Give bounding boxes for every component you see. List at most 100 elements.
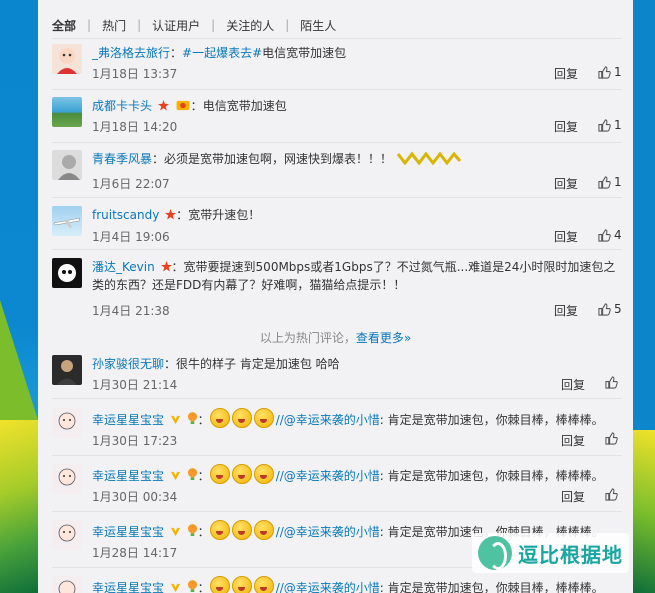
like-button[interactable]: 4	[598, 228, 622, 242]
like-button[interactable]: 1	[598, 65, 622, 79]
avatar[interactable]	[52, 576, 82, 593]
avatar[interactable]	[52, 520, 82, 550]
vip-badge-icon	[170, 583, 180, 593]
thumbs-up-icon	[598, 228, 611, 242]
comment-text: 电信宽带加速包	[202, 99, 287, 113]
avatar[interactable]	[52, 464, 82, 494]
vip-badge-icon	[170, 415, 180, 425]
username-link[interactable]: 幸运星星宝宝	[92, 525, 164, 539]
tab-separator: |	[211, 18, 216, 32]
decor-shape	[633, 430, 655, 593]
like-button[interactable]	[605, 488, 621, 501]
timestamp[interactable]: 1月4日 21:38	[92, 302, 170, 319]
like-button[interactable]: 1	[598, 175, 622, 189]
timestamp[interactable]: 1月30日 17:23	[92, 432, 177, 449]
thumbs-up-icon	[598, 175, 611, 189]
thumbs-up-icon	[598, 65, 611, 79]
timestamp[interactable]: 1月30日 00:34	[92, 488, 177, 505]
username-link[interactable]: fruitscandy	[92, 208, 159, 222]
emoji-icon	[253, 464, 274, 484]
comment-item: 幸运星星宝宝 ： //@幸运来袭的小惜: 肯定是宽带加速包，你棘目棒，棒棒棒。 1…	[52, 408, 622, 456]
colon-text: ：	[197, 581, 210, 593]
tab-strangers[interactable]: 陌生人	[300, 17, 336, 34]
reply-button[interactable]: 回复	[561, 488, 585, 505]
colon-text: ：	[197, 525, 210, 539]
like-count: 1	[614, 175, 622, 189]
like-count: 5	[614, 302, 622, 316]
reply-button[interactable]: 回复	[561, 376, 585, 393]
timestamp[interactable]: 1月18日 14:20	[92, 118, 177, 135]
username-link[interactable]: 潘达_Kevin	[92, 260, 155, 274]
reply-button[interactable]: 回复	[554, 228, 578, 245]
tab-separator: |	[87, 18, 92, 32]
avatar[interactable]	[52, 44, 82, 74]
mention-link[interactable]: //@幸运来袭的小惜	[276, 469, 380, 483]
like-button[interactable]: 5	[598, 302, 622, 316]
tab-hot[interactable]: 热门	[102, 17, 126, 34]
comment-text: 必须是宽带加速包啊，网速快到爆表！！！	[164, 152, 393, 166]
vip-badge-icon	[170, 527, 180, 537]
topic-link[interactable]: #一起爆表去#	[182, 46, 262, 60]
colon-text: ：	[176, 208, 189, 222]
emoji-icon	[253, 408, 274, 428]
balloon-icon	[187, 468, 197, 480]
like-button[interactable]	[605, 432, 621, 445]
comment-content: 成都卡卡头 ：电信宽带加速包	[92, 97, 622, 115]
avatar-image	[58, 468, 76, 486]
tab-verified[interactable]: 认证用户	[152, 17, 200, 34]
timestamp[interactable]: 1月6日 22:07	[92, 175, 170, 192]
divider	[52, 511, 622, 512]
comment-item: 青春季风暴：必须是宽带加速包啊，网速快到爆表！！！ 1月6日 22:07 回复 …	[52, 150, 622, 198]
avatar[interactable]	[52, 150, 82, 180]
reply-button[interactable]: 回复	[554, 175, 578, 192]
mention-link[interactable]: //@幸运来袭的小惜	[276, 581, 380, 593]
reply-button[interactable]: 回复	[561, 432, 585, 449]
username-link[interactable]: 成都卡卡头	[92, 99, 152, 113]
like-button[interactable]	[605, 376, 621, 389]
timestamp[interactable]: 1月28日 14:17	[92, 544, 177, 561]
mention-link[interactable]: //@幸运来袭的小惜	[276, 413, 380, 427]
thumbs-up-icon	[598, 302, 611, 316]
emoji-icon	[231, 408, 252, 428]
reply-button[interactable]: 回复	[554, 118, 578, 135]
username-link[interactable]: 幸运星星宝宝	[92, 469, 164, 483]
username-link[interactable]: 孙家骏很无聊	[92, 357, 164, 371]
star-badge-icon	[165, 209, 177, 220]
star-badge-icon	[157, 100, 169, 111]
tab-following[interactable]: 关注的人	[226, 17, 274, 34]
avatar[interactable]	[52, 408, 82, 438]
timestamp[interactable]: 1月30日 21:14	[92, 376, 177, 393]
background-right	[633, 0, 655, 593]
username-link[interactable]: 幸运星星宝宝	[92, 581, 164, 593]
username-link[interactable]: 青春季风暴	[92, 152, 152, 166]
like-count: 1	[614, 118, 622, 132]
reply-button[interactable]: 回复	[554, 65, 578, 82]
comment-item: 幸运星星宝宝 ： //@幸运来袭的小惜: 肯定是宽带加速包，你棘目棒，棒棒棒。	[52, 576, 622, 593]
timestamp[interactable]: 1月18日 13:37	[92, 65, 177, 82]
avatar-image	[58, 580, 76, 593]
tab-all[interactable]: 全部	[52, 17, 76, 34]
reply-button[interactable]: 回复	[554, 302, 578, 319]
avatar[interactable]	[52, 355, 82, 385]
username-link[interactable]: 幸运星星宝宝	[92, 413, 164, 427]
like-button[interactable]: 1	[598, 118, 622, 132]
avatar[interactable]	[52, 97, 82, 127]
comment-item: 成都卡卡头 ：电信宽带加速包 1月18日 14:20 回复 1	[52, 97, 622, 143]
view-more-link[interactable]: 查看更多»	[356, 331, 411, 345]
balloon-icon	[187, 412, 197, 424]
avatar[interactable]	[52, 206, 82, 236]
username-link[interactable]: _弗洛格去旅行	[92, 46, 170, 60]
emoji-icon	[209, 520, 230, 540]
divider	[52, 249, 622, 250]
mention-link[interactable]: //@幸运来袭的小惜	[276, 525, 380, 539]
filter-tabs: 全部 | 热门 | 认证用户 | 关注的人 | 陌生人	[52, 16, 336, 34]
avatar[interactable]	[52, 258, 82, 288]
avatar-image	[58, 155, 80, 180]
timestamp[interactable]: 1月4日 19:06	[92, 228, 170, 245]
emoji-icon	[231, 576, 252, 593]
wave-emoticon	[396, 151, 462, 166]
colon-text: ：	[152, 152, 165, 166]
comment-item: 孙家骏很无聊：很牛的样子 肯定是加速包 哈哈 1月30日 21:14 回复	[52, 355, 622, 399]
hot-note-text: 以上为热门评论，	[259, 331, 356, 345]
colon-text: ：	[171, 260, 184, 274]
